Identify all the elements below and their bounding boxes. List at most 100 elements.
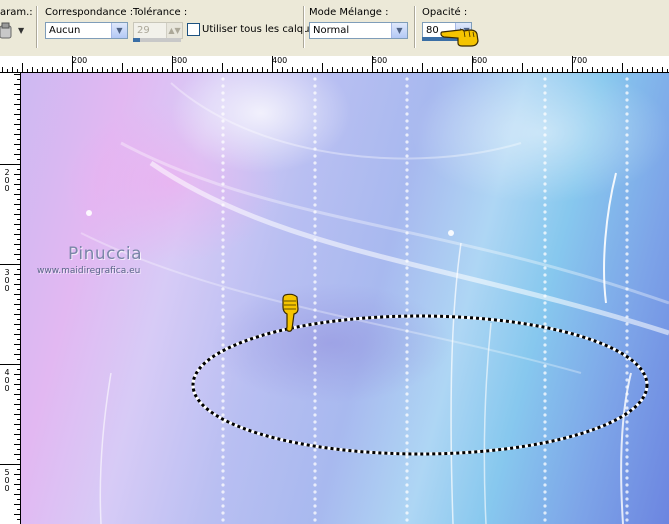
- light-dot: [405, 252, 409, 256]
- pointing-down-hand-icon: [282, 293, 299, 332]
- horizontal-ruler[interactable]: 200 300 400 500 600 700: [0, 56, 669, 73]
- light-dot: [313, 147, 317, 151]
- light-dot: [313, 168, 317, 172]
- light-dot: [405, 336, 409, 340]
- light-dot: [313, 224, 317, 228]
- ruler-label: 200: [4, 168, 10, 193]
- light-dot: [221, 91, 225, 95]
- light-dot: [543, 224, 547, 228]
- light-dot: [625, 203, 629, 207]
- use-all-layers-checkbox[interactable]: [187, 23, 200, 36]
- light-dot: [221, 392, 225, 396]
- light-dot: [625, 91, 629, 95]
- light-dot: [543, 483, 547, 487]
- light-dot: [543, 203, 547, 207]
- light-dot: [221, 476, 225, 480]
- light-dot: [405, 504, 409, 508]
- light-dot: [221, 112, 225, 116]
- horizontal-ruler-ticks: [2, 56, 668, 72]
- light-dot: [405, 119, 409, 123]
- light-dot: [313, 378, 317, 382]
- tolerance-slider-fill: [133, 38, 141, 42]
- blend-mode-select[interactable]: Normal ▼: [309, 22, 408, 39]
- light-dot: [221, 203, 225, 207]
- light-dot: [405, 378, 409, 382]
- light-dot: [221, 126, 225, 130]
- tolerance-label: Tolérance :: [133, 7, 188, 18]
- light-dot: [313, 315, 317, 319]
- light-dot: [221, 364, 225, 368]
- light-dot: [313, 406, 317, 410]
- light-dot: [405, 182, 409, 186]
- match-mode-select[interactable]: Aucun ▼: [45, 22, 128, 39]
- light-dot: [625, 469, 629, 473]
- light-dot: [405, 280, 409, 284]
- light-dot: [405, 329, 409, 333]
- light-dot: [625, 154, 629, 158]
- light-dot: [313, 357, 317, 361]
- light-dot: [625, 399, 629, 403]
- light-dot: [405, 427, 409, 431]
- light-dot: [543, 140, 547, 144]
- light-dot: [221, 322, 225, 326]
- light-dot: [543, 287, 547, 291]
- light-dot: [625, 490, 629, 494]
- light-dot: [221, 497, 225, 501]
- light-dot: [405, 301, 409, 305]
- match-mode-value: Aucun: [49, 25, 81, 36]
- toolbar-separator: [414, 6, 415, 48]
- light-dot: [313, 427, 317, 431]
- light-dot: [543, 182, 547, 186]
- vertical-ruler[interactable]: 200 300 400 500: [0, 73, 21, 524]
- light-dot: [313, 469, 317, 473]
- light-dot: [313, 231, 317, 235]
- light-dot: [313, 399, 317, 403]
- tolerance-slider[interactable]: [133, 38, 181, 42]
- light-dot: [221, 287, 225, 291]
- light-dot: [543, 392, 547, 396]
- light-dot: [543, 420, 547, 424]
- light-dot: [543, 518, 547, 522]
- light-dot: [543, 210, 547, 214]
- light-dot: [405, 448, 409, 452]
- light-dot: [625, 238, 629, 242]
- light-dot: [543, 98, 547, 102]
- light-dot: [221, 469, 225, 473]
- light-dot: [625, 301, 629, 305]
- light-dot: [625, 266, 629, 270]
- image-canvas[interactable]: Pinuccia www.maidiregrafica.eu: [21, 73, 669, 524]
- light-dot: [405, 147, 409, 151]
- light-dot: [625, 350, 629, 354]
- light-dot: [313, 294, 317, 298]
- chevron-down-icon[interactable]: ▼: [391, 23, 407, 38]
- brush-dropdown-arrow-icon[interactable]: ▼: [18, 26, 24, 35]
- light-dot: [221, 119, 225, 123]
- light-dot: [543, 196, 547, 200]
- chevron-down-icon[interactable]: ▼: [111, 23, 127, 38]
- light-dot: [405, 441, 409, 445]
- light-dot: [313, 504, 317, 508]
- light-dot: [625, 98, 629, 102]
- light-dot: [405, 483, 409, 487]
- brush-icon[interactable]: [0, 20, 20, 42]
- light-dot: [625, 231, 629, 235]
- light-dot: [221, 308, 225, 312]
- light-dot: [543, 91, 547, 95]
- light-dot: [543, 77, 547, 81]
- light-dot: [221, 238, 225, 242]
- ruler-label: 400: [272, 56, 288, 65]
- light-dot: [625, 378, 629, 382]
- light-dot: [625, 434, 629, 438]
- light-dot: [625, 210, 629, 214]
- tolerance-value: 29: [137, 25, 150, 36]
- light-dot: [625, 392, 629, 396]
- tolerance-spinbox[interactable]: 29 ▲▼: [133, 22, 183, 39]
- light-dot: [543, 462, 547, 466]
- light-dot: [405, 84, 409, 88]
- light-dot: [405, 217, 409, 221]
- light-dot: [405, 231, 409, 235]
- spin-arrows-icon[interactable]: ▲▼: [166, 23, 182, 38]
- light-dot: [625, 294, 629, 298]
- light-dot: [221, 105, 225, 109]
- light-dot: [313, 511, 317, 515]
